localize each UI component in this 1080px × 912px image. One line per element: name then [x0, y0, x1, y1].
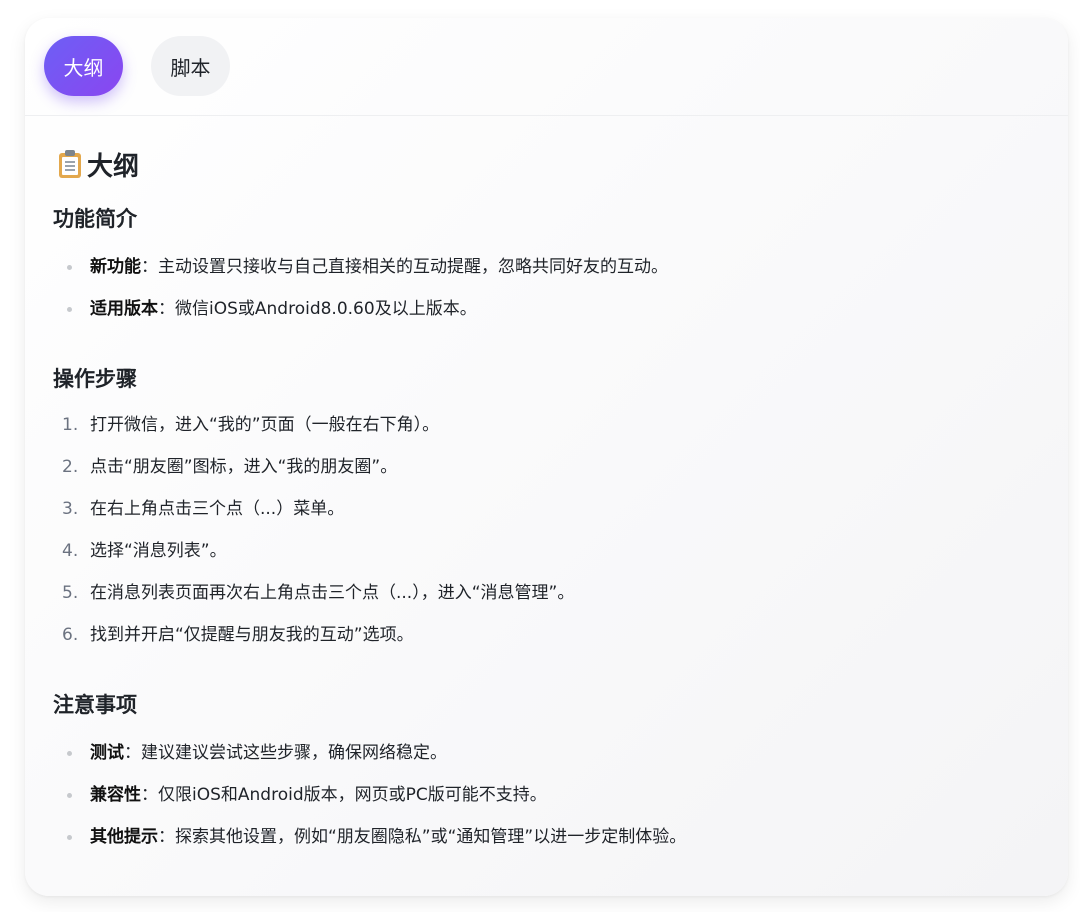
section-heading-notes: 注意事项 — [53, 693, 137, 717]
item-text: ：主动设置只接收与自己直接相关的互动提醒，忽略共同好友的互动。 — [141, 257, 668, 277]
item-number: 4. — [62, 541, 79, 561]
clipboard-icon — [59, 150, 81, 178]
item-text: 在右上角点击三个点（...）菜单。 — [90, 499, 345, 519]
tab-outline[interactable]: 大纲 — [44, 36, 123, 96]
steps-list: 1. 打开微信，进入“我的”页面（一般在右下角）。 2. 点击“朋友圈”图标，进入“… — [53, 404, 1040, 656]
outline-card: 大纲 脚本 大纲 功能简介 新功能：主动设置只接收与自己直接相关的互动提醒，忽略… — [25, 18, 1068, 896]
list-item: 4. 选择“消息列表”。 — [53, 530, 1040, 572]
item-term: 适用版本 — [90, 299, 158, 319]
item-text: 选择“消息列表”。 — [90, 541, 227, 561]
item-text: 点击“朋友圈”图标，进入“我的朋友圈”。 — [90, 457, 398, 477]
item-text: 找到并开启“仅提醒与朋友我的互动”选项。 — [90, 625, 414, 645]
item-number: 2. — [62, 457, 79, 477]
item-term: 其他提示 — [90, 827, 158, 847]
item-text: ：建议建议尝试这些步骤，确保网络稳定。 — [124, 743, 447, 763]
item-number: 5. — [62, 583, 79, 603]
list-item: 新功能：主动设置只接收与自己直接相关的互动提醒，忽略共同好友的互动。 — [53, 246, 1040, 288]
list-item: 兼容性：仅限iOS和Android版本，网页或PC版可能不支持。 — [53, 774, 1040, 816]
page-title: 大纲 — [53, 144, 1040, 184]
features-list: 新功能：主动设置只接收与自己直接相关的互动提醒，忽略共同好友的互动。 适用版本：… — [53, 246, 1040, 330]
list-item: 6. 找到并开启“仅提醒与朋友我的互动”选项。 — [53, 614, 1040, 656]
tab-bar: 大纲 脚本 — [44, 36, 230, 96]
item-text: ：仅限iOS和Android版本，网页或PC版可能不支持。 — [141, 785, 547, 805]
item-number: 1. — [62, 415, 79, 435]
item-number: 6. — [62, 625, 79, 645]
list-item: 5. 在消息列表页面再次右上角点击三个点（...），进入“消息管理”。 — [53, 572, 1040, 614]
header-divider — [25, 115, 1068, 116]
item-number: 3. — [62, 499, 79, 519]
item-text: 在消息列表页面再次右上角点击三个点（...），进入“消息管理”。 — [90, 583, 575, 603]
item-text: ：微信iOS或Android8.0.60及以上版本。 — [158, 299, 477, 319]
list-item: 3. 在右上角点击三个点（...）菜单。 — [53, 488, 1040, 530]
list-item: 2. 点击“朋友圈”图标，进入“我的朋友圈”。 — [53, 446, 1040, 488]
list-item: 1. 打开微信，进入“我的”页面（一般在右下角）。 — [53, 404, 1040, 446]
document-content: 大纲 功能简介 新功能：主动设置只接收与自己直接相关的互动提醒，忽略共同好友的互… — [53, 144, 1040, 858]
list-item: 其他提示：探索其他设置，例如“朋友圈隐私”或“通知管理”以进一步定制体验。 — [53, 816, 1040, 858]
item-text: ：探索其他设置，例如“朋友圈隐私”或“通知管理”以进一步定制体验。 — [158, 827, 687, 847]
section-heading-features: 功能简介 — [53, 207, 137, 231]
item-text: 打开微信，进入“我的”页面（一般在右下角）。 — [90, 415, 440, 435]
item-term: 测试 — [90, 743, 124, 763]
list-item: 适用版本：微信iOS或Android8.0.60及以上版本。 — [53, 288, 1040, 330]
notes-list: 测试：建议建议尝试这些步骤，确保网络稳定。 兼容性：仅限iOS和Android版… — [53, 732, 1040, 858]
section-heading-steps: 操作步骤 — [53, 367, 137, 391]
tab-script[interactable]: 脚本 — [151, 36, 230, 96]
item-term: 新功能 — [90, 257, 141, 277]
list-item: 测试：建议建议尝试这些步骤，确保网络稳定。 — [53, 732, 1040, 774]
item-term: 兼容性 — [90, 785, 141, 805]
page-title-text: 大纲 — [87, 151, 140, 182]
